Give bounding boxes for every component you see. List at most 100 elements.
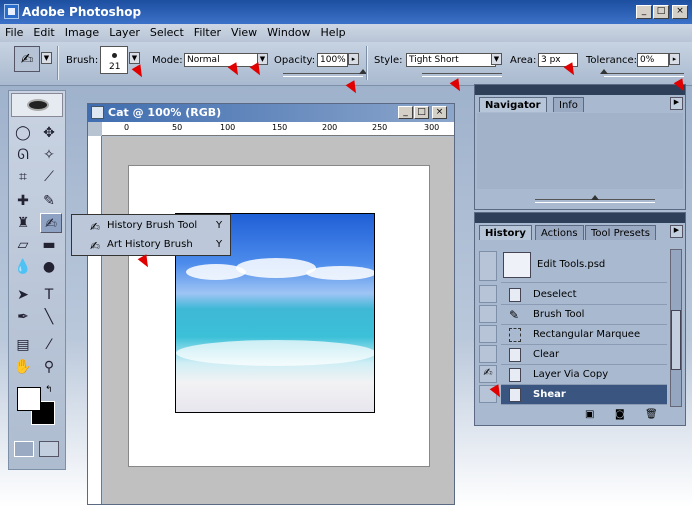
area-label: Area:	[510, 55, 537, 66]
quick-mask-button[interactable]	[39, 441, 59, 457]
palette-titlebar[interactable]	[475, 85, 685, 95]
palette-menu-icon[interactable]: ▶	[670, 97, 683, 110]
tolerance-field[interactable]: 0%	[637, 53, 669, 67]
zoom-tool-icon[interactable]: ⚲	[38, 357, 60, 377]
style-dropdown-icon[interactable]: ▼	[491, 53, 502, 65]
swap-colors-icon[interactable]: ↰	[45, 385, 53, 395]
opacity-arrow-icon[interactable]: ▸	[348, 53, 359, 65]
path-selection-tool-icon[interactable]: ➤	[12, 285, 34, 305]
magic-wand-tool-icon[interactable]: ✧	[38, 145, 60, 165]
photoshop-eye-logo[interactable]	[11, 93, 63, 117]
history-brush-tool-icon[interactable]: ✍	[40, 213, 62, 233]
history-source-checkbox-active[interactable]: ✍	[479, 365, 497, 383]
menu-image[interactable]: Image	[60, 24, 104, 41]
menu-select[interactable]: Select	[145, 24, 189, 41]
foreground-color-swatch[interactable]	[17, 387, 41, 411]
new-document-from-state-icon[interactable]: ▣	[585, 409, 594, 420]
flyout-art-history-brush[interactable]: ✍ Art History Brush Y	[72, 235, 230, 254]
document-title-bar[interactable]: Cat @ 100% (RGB) _ □ ×	[88, 104, 454, 122]
tab-navigator[interactable]: Navigator	[479, 97, 547, 112]
style-select[interactable]: Tight Short	[406, 53, 496, 67]
history-state-label: Deselect	[533, 289, 577, 300]
navigator-preview[interactable]	[477, 113, 683, 189]
document-window[interactable]: Cat @ 100% (RGB) _ □ × 0 50 100 150 200 …	[87, 103, 455, 505]
history-source-checkbox[interactable]	[479, 305, 497, 323]
minimize-button[interactable]: _	[636, 5, 652, 19]
document-title: Cat @ 100% (RGB)	[108, 106, 222, 119]
doc-close-button[interactable]: ×	[432, 106, 447, 119]
opacity-field[interactable]: 100%	[317, 53, 348, 67]
brush-tip-icon	[112, 53, 117, 58]
slice-tool-icon[interactable]: ⟋	[38, 167, 60, 187]
doc-maximize-button[interactable]: □	[414, 106, 429, 119]
opacity-slider[interactable]	[283, 73, 363, 77]
title-bar: Adobe Photoshop _ □ ×	[0, 0, 692, 24]
eyedropper-tool-icon[interactable]: ⁄	[38, 335, 60, 355]
blur-tool-icon[interactable]: 💧	[12, 257, 34, 277]
type-tool-icon[interactable]: T	[38, 285, 60, 305]
palette-menu-icon[interactable]: ▶	[670, 225, 683, 238]
menu-help[interactable]: Help	[316, 24, 351, 41]
dodge-tool-icon[interactable]: ●	[38, 257, 60, 277]
vertical-ruler	[88, 136, 102, 504]
menu-edit[interactable]: Edit	[28, 24, 59, 41]
eraser-tool-icon[interactable]: ▱	[12, 235, 34, 255]
gradient-tool-icon[interactable]: ▬	[38, 235, 60, 255]
pen-tool-icon[interactable]: ✒	[12, 307, 34, 327]
doc-minimize-button[interactable]: _	[398, 106, 413, 119]
history-state-brush-tool[interactable]: ✎ Brush Tool	[501, 305, 667, 325]
menu-window[interactable]: Window	[262, 24, 315, 41]
clone-stamp-tool-icon[interactable]: ♜	[12, 213, 34, 233]
wave-foam	[176, 340, 374, 366]
tab-history[interactable]: History	[479, 225, 532, 240]
history-state-label: Brush Tool	[533, 309, 585, 320]
art-history-brush-icon: ✍	[90, 239, 101, 253]
history-source-checkbox[interactable]	[479, 345, 497, 363]
history-source-checkbox[interactable]	[479, 285, 497, 303]
tab-tool-presets[interactable]: Tool Presets	[585, 225, 656, 240]
standard-mode-button[interactable]	[14, 441, 34, 457]
history-state-clear[interactable]: Clear	[501, 345, 667, 365]
brush-dropdown-icon[interactable]: ▼	[129, 52, 140, 64]
notes-tool-icon[interactable]: ▤	[12, 335, 34, 355]
brush-tool-icon[interactable]: ✎	[38, 191, 60, 211]
history-state-shear[interactable]: Shear	[501, 385, 667, 405]
menu-file[interactable]: File	[0, 24, 28, 41]
history-state-layer-via-copy[interactable]: Layer Via Copy	[501, 365, 667, 385]
flyout-history-brush-tool[interactable]: ✍ History Brush Tool Y	[72, 216, 230, 235]
mode-select[interactable]: Normal	[184, 53, 258, 67]
line-tool-icon[interactable]: ╲	[38, 307, 60, 327]
menu-view[interactable]: View	[226, 24, 262, 41]
move-tool-icon[interactable]: ✥	[38, 123, 60, 143]
tolerance-slider[interactable]	[604, 73, 684, 77]
brush-preview[interactable]: 21	[100, 46, 128, 74]
tolerance-slider-thumb[interactable]	[600, 69, 608, 74]
tab-actions[interactable]: Actions	[535, 225, 584, 240]
history-state-deselect[interactable]: Deselect	[501, 285, 667, 305]
tool-preset-picker[interactable]: ✍	[14, 46, 40, 72]
zoom-slider-thumb[interactable]	[591, 195, 599, 200]
history-source-checkbox[interactable]	[479, 325, 497, 343]
crop-tool-icon[interactable]: ⌗	[12, 167, 34, 187]
lasso-tool-icon[interactable]: ᘏ	[12, 145, 34, 165]
hand-tool-icon[interactable]: ✋	[12, 357, 34, 377]
history-scrollbar[interactable]	[670, 249, 682, 407]
menu-layer[interactable]: Layer	[104, 24, 145, 41]
marquee-tool-icon[interactable]: ◯	[12, 123, 34, 143]
snapshot-source-checkbox[interactable]	[479, 251, 497, 281]
tool-preset-dropdown-icon[interactable]: ▼	[41, 52, 52, 64]
close-button[interactable]: ×	[672, 5, 688, 19]
snapshot-row[interactable]: Edit Tools.psd	[501, 249, 667, 283]
snapshot-thumbnail	[503, 252, 531, 278]
tolerance-arrow-icon[interactable]: ▸	[669, 53, 680, 65]
menu-filter[interactable]: Filter	[189, 24, 226, 41]
menu-bar: File Edit Image Layer Select Filter View Window…	[0, 24, 692, 42]
healing-brush-tool-icon[interactable]: ✚	[12, 191, 34, 211]
tab-info[interactable]: Info	[553, 97, 584, 112]
new-snapshot-icon[interactable]: ◙	[615, 409, 625, 420]
history-state-rectangular-marquee[interactable]: Rectangular Marquee	[501, 325, 667, 345]
scrollbar-thumb[interactable]	[671, 310, 681, 370]
trash-icon[interactable]: 🗑	[645, 409, 658, 420]
maximize-button[interactable]: □	[653, 5, 669, 19]
palette-titlebar[interactable]	[475, 213, 685, 223]
